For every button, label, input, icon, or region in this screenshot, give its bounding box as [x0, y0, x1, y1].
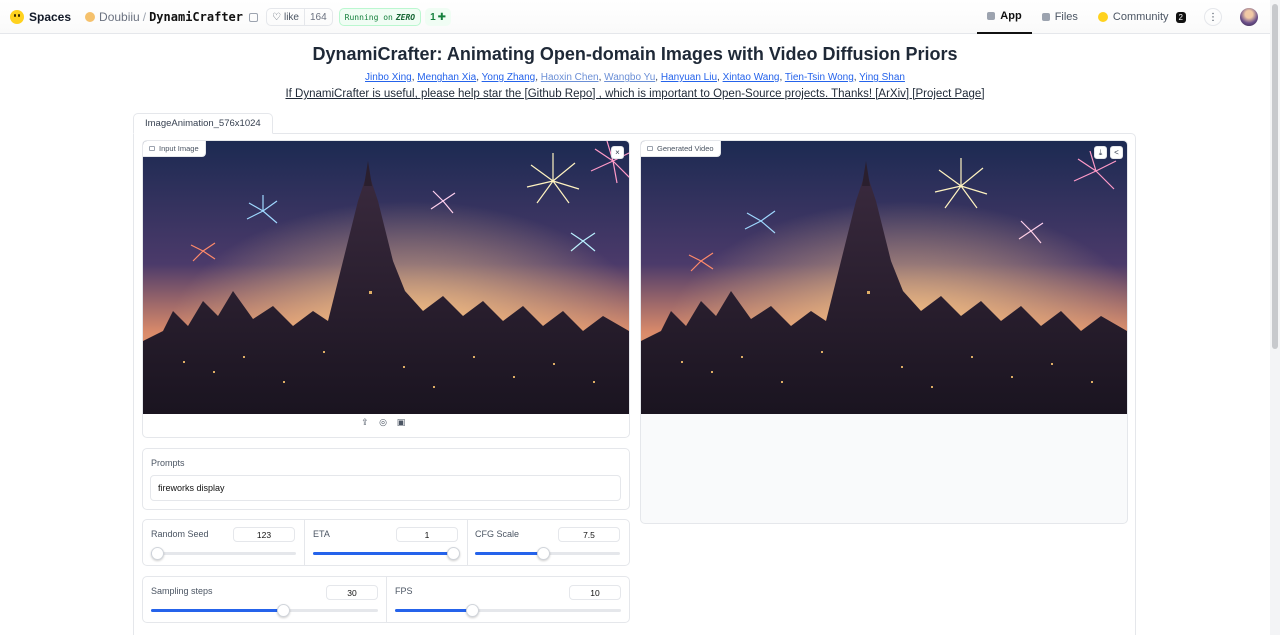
author-link[interactable]: Menghan Xia: [417, 72, 476, 83]
fps-slider-fill: [395, 609, 472, 612]
page-title: DynamiCrafter: Animating Open-domain Ima…: [312, 44, 958, 64]
seed-slider-knob[interactable]: [150, 547, 164, 560]
divider: [467, 520, 468, 565]
tab-app[interactable]: App: [977, 0, 1032, 34]
user-avatar[interactable]: [1240, 8, 1258, 26]
like-label: like: [283, 11, 299, 23]
fps-label: FPS: [395, 586, 413, 596]
community-icon: [1097, 12, 1108, 22]
generated-video-frame: [641, 141, 1127, 414]
steps-number-input[interactable]: 30: [326, 585, 378, 600]
author-link[interactable]: Yong Zhang: [482, 72, 536, 83]
hardware-label: ZERO: [395, 12, 416, 22]
download-button[interactable]: ⤓: [1094, 146, 1107, 159]
repo-name-link[interactable]: DynamiCrafter: [149, 10, 243, 24]
cfg-label: CFG Scale: [475, 529, 520, 539]
steps-slider-fill: [151, 609, 283, 612]
huggingface-logo-icon[interactable]: [10, 10, 24, 24]
author-link[interactable]: Wangbo Yu: [604, 72, 655, 83]
fps-slider[interactable]: [395, 604, 621, 617]
share-button[interactable]: <: [1110, 146, 1123, 159]
steps-label: Sampling steps: [151, 586, 213, 596]
author-link[interactable]: Hanyuan Liu: [661, 72, 717, 83]
steps-slider-knob[interactable]: [276, 604, 290, 617]
tab-files-label: Files: [1054, 11, 1078, 23]
input-image-panel[interactable]: Input Image × ⇪ ◎ ▣: [142, 140, 630, 438]
tab-app-label: App: [1000, 10, 1022, 22]
tab-image-animation[interactable]: ImageAnimation_576x1024: [133, 113, 273, 134]
seed-label: Random Seed: [151, 529, 209, 539]
video-params-panel: Sampling steps 30 FPS 10: [142, 576, 630, 623]
image-icon: [149, 146, 155, 151]
input-image[interactable]: [143, 141, 629, 414]
seed-slider[interactable]: [150, 547, 296, 560]
running-label: Running on: [344, 12, 393, 22]
generated-video-panel: Generated Video ⤓ <: [640, 140, 1128, 524]
notice-text[interactable]: If DynamiCrafter is useful, please help …: [0, 88, 1270, 100]
plus-icon: ✚: [437, 11, 447, 23]
spaces-link[interactable]: Spaces: [29, 10, 71, 24]
author-link[interactable]: Xintao Wang: [723, 72, 780, 83]
clear-image-button[interactable]: ×: [611, 146, 624, 159]
eta-slider-fill: [313, 552, 453, 555]
generated-video[interactable]: [641, 141, 1127, 414]
video-icon: [647, 146, 653, 151]
community-count-badge: 2: [1175, 11, 1186, 23]
like-button[interactable]: ♡ like 164: [266, 8, 333, 26]
tab-community[interactable]: Community 2: [1088, 0, 1196, 34]
breadcrumb: Spaces Doubiiu / DynamiCrafter ♡ like 164…: [10, 0, 452, 34]
author-link[interactable]: Jinbo Xing: [365, 72, 412, 83]
breadcrumb-separator: /: [142, 10, 147, 24]
owner-avatar-icon: [85, 12, 96, 22]
owner-link[interactable]: Doubiiu: [99, 10, 140, 24]
input-image-label: Input Image: [159, 144, 199, 153]
webcam-icon[interactable]: ◎: [378, 417, 388, 427]
page-scrollbar[interactable]: [1270, 0, 1280, 635]
input-image-label-chip: Input Image: [143, 141, 206, 157]
top-nav: App Files Community 2 ⋮: [977, 0, 1258, 34]
author-link[interactable]: Haoxin Chen: [541, 72, 599, 83]
cfg-number-input[interactable]: 7.5: [558, 527, 620, 542]
divider: [304, 520, 305, 565]
running-status-badge[interactable]: Running on ZERO: [338, 8, 422, 26]
seed-number-input[interactable]: 123: [233, 527, 295, 542]
copy-icon[interactable]: [249, 12, 258, 22]
sampling-params-panel: Random Seed 123 ETA 1 CFG Scale 7.5: [142, 519, 630, 566]
fireworks-city-image: [143, 141, 629, 414]
cfg-slider-fill: [475, 552, 544, 555]
prompts-input[interactable]: fireworks display: [150, 475, 621, 501]
upload-icon[interactable]: ⇪: [360, 417, 370, 427]
app-icon: [987, 12, 996, 20]
generated-video-label-chip: Generated Video: [641, 141, 721, 157]
tab-community-label: Community: [1112, 11, 1169, 23]
plus-one-badge[interactable]: 1 ✚: [425, 8, 452, 26]
eta-label: ETA: [313, 529, 330, 539]
files-icon: [1041, 13, 1050, 21]
generated-video-label: Generated Video: [657, 144, 714, 153]
author-list: Jinbo Xing, Menghan Xia, Yong Zhang, Hao…: [0, 72, 1270, 83]
eta-slider-knob[interactable]: [447, 547, 460, 560]
eta-slider[interactable]: [313, 547, 460, 560]
cfg-slider[interactable]: [475, 547, 620, 560]
top-bar: Spaces Doubiiu / DynamiCrafter ♡ like 164…: [0, 0, 1270, 34]
image-source-toolbar: ⇪ ◎ ▣: [360, 417, 406, 427]
clipboard-icon[interactable]: ▣: [396, 417, 406, 427]
prompts-panel: Prompts fireworks display: [142, 448, 630, 510]
prompts-label: Prompts: [151, 458, 185, 468]
author-link[interactable]: Tien-Tsin Wong: [785, 72, 854, 83]
more-options-button[interactable]: ⋮: [1204, 8, 1222, 26]
cfg-slider-knob[interactable]: [537, 547, 551, 560]
tab-files[interactable]: Files: [1032, 0, 1088, 34]
divider: [386, 577, 387, 622]
steps-slider[interactable]: [151, 604, 378, 617]
eta-number-input[interactable]: 1: [396, 527, 458, 542]
fps-number-input[interactable]: 10: [569, 585, 621, 600]
author-link[interactable]: Ying Shan: [859, 72, 905, 83]
scrollbar-thumb[interactable]: [1272, 4, 1278, 349]
fps-slider-knob[interactable]: [465, 604, 479, 617]
like-count: 164: [303, 9, 332, 25]
plus-count: 1: [430, 11, 436, 23]
heart-icon: ♡: [272, 11, 281, 23]
